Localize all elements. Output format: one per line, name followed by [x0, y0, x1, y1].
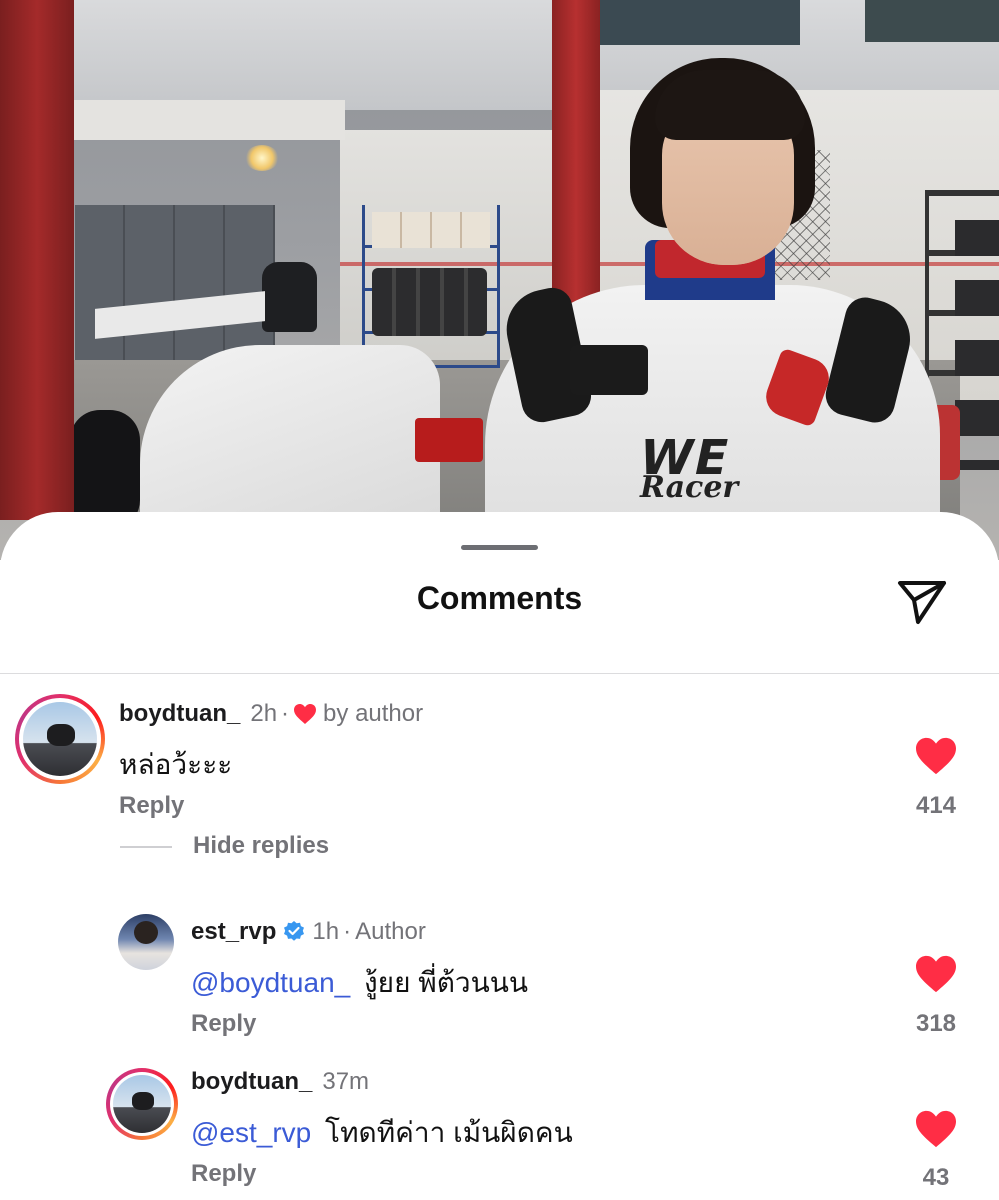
garage-window: [600, 0, 800, 45]
like-button[interactable]: [914, 1109, 958, 1149]
comment-meta: est_rvp 1h · Author: [191, 918, 426, 946]
avatar-photo: [23, 702, 97, 776]
racing-seat: [262, 262, 317, 332]
author-label: Author: [355, 918, 426, 945]
heart-icon: [294, 704, 317, 724]
like-count: 318: [915, 1010, 957, 1037]
comment-text: @boydtuan_ งู้ยย พี่ต้วนนน: [191, 961, 528, 1005]
person-hair: [655, 70, 805, 140]
mention-link[interactable]: @boydtuan_: [191, 967, 350, 998]
avatar[interactable]: [118, 914, 174, 970]
reply-button[interactable]: Reply: [191, 1160, 256, 1188]
rack-trays: [372, 212, 490, 248]
comment-body: โทดทีค่าา เม้นผิดคน: [325, 1117, 573, 1148]
comment-meta: boydtuan_ 37m: [191, 1068, 369, 1096]
comment-meta: boydtuan_ 2h · by author: [119, 700, 423, 728]
meta-separator: ·: [343, 918, 352, 945]
liked-by-author-label: by author: [323, 700, 424, 727]
garage-canopy: [70, 100, 345, 140]
comment-time: 37m: [322, 1068, 370, 1095]
avatar[interactable]: [106, 1068, 178, 1140]
comment-username[interactable]: boydtuan_: [191, 1068, 312, 1096]
comment-text: หล่อว้ะะะ: [119, 749, 233, 780]
verified-badge-icon: [284, 921, 305, 941]
avatar-photo: [113, 1075, 171, 1133]
lift-pillar: [552, 0, 600, 330]
hide-replies-button[interactable]: Hide replies: [193, 832, 329, 860]
reply-button[interactable]: Reply: [191, 1010, 256, 1038]
like-count: 414: [915, 792, 957, 819]
comment-time: 2h: [250, 700, 278, 727]
thread-line: [120, 846, 172, 848]
garage-window: [865, 0, 999, 42]
send-icon: [898, 581, 946, 624]
ceiling-lamp: [245, 145, 279, 171]
comment-username[interactable]: boydtuan_: [119, 700, 240, 728]
share-button[interactable]: [892, 574, 952, 630]
comments-sheet: Comments boydtuan_ 2h · by author หล่อว้…: [0, 512, 999, 1200]
mention-link[interactable]: @est_rvp: [191, 1117, 311, 1148]
comment-text: @est_rvp โทดทีค่าา เม้นผิดคน: [191, 1111, 573, 1155]
like-button[interactable]: [914, 736, 958, 776]
reply-button[interactable]: Reply: [119, 792, 184, 820]
jacket-logo-sub: Racer: [640, 470, 739, 505]
jacket-badge: [570, 345, 648, 395]
like-count: 43: [922, 1164, 950, 1191]
heart-icon: [916, 1110, 956, 1148]
avatar-photo: [118, 914, 174, 970]
sheet-grabber[interactable]: [461, 545, 538, 550]
heart-icon: [916, 955, 956, 993]
stacked-tires: [955, 220, 999, 470]
heart-icon: [916, 737, 956, 775]
header-divider: [0, 673, 999, 674]
tool-box: [415, 418, 483, 462]
post-photo: WE Racer: [0, 0, 999, 560]
like-button[interactable]: [914, 954, 958, 994]
comment-username[interactable]: est_rvp: [191, 918, 276, 946]
sheet-title: Comments: [416, 580, 583, 616]
meta-separator: ·: [281, 700, 290, 727]
lift-pillar: [0, 0, 74, 520]
comment-body: งู้ยย พี่ต้วนนน: [364, 967, 529, 998]
avatar[interactable]: [15, 694, 105, 784]
comment-time: 1h: [312, 918, 340, 945]
rack-tires: [372, 268, 487, 336]
